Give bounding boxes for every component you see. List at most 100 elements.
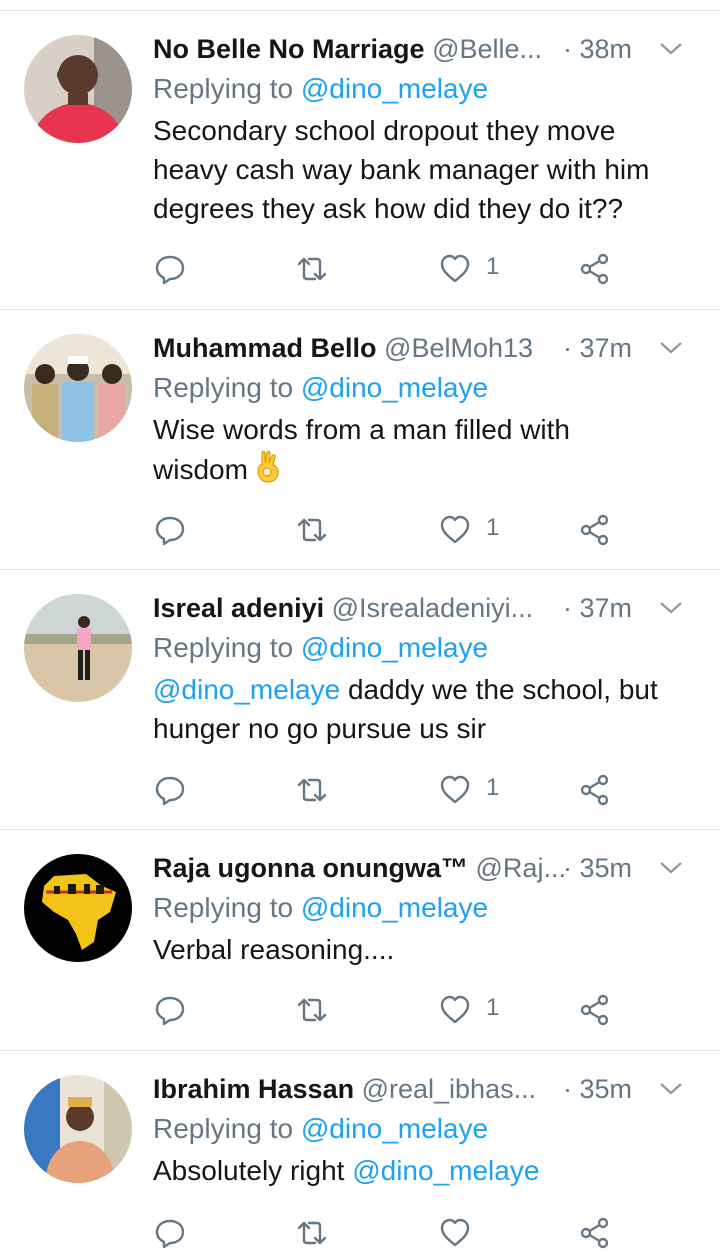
retweet-icon (297, 998, 327, 1022)
user-handle[interactable]: @Isrealadeniyi... (332, 593, 534, 623)
tweet[interactable]: No Belle No Marriage @Belle... · 38m Rep… (0, 11, 720, 310)
avatar[interactable] (24, 854, 132, 962)
more-options-caret-icon[interactable] (658, 1079, 684, 1099)
share-button[interactable] (578, 249, 612, 289)
reply-icon (155, 255, 185, 285)
like-icon (440, 775, 470, 804)
share-button[interactable] (578, 1213, 612, 1253)
replying-to-label: Replying to (153, 1113, 294, 1144)
display-name[interactable]: Muhammad Bello (153, 333, 377, 363)
replying-to: Replying to @dino_melaye (153, 628, 696, 668)
tweet-actions: 1 (153, 510, 623, 550)
retweet-button[interactable] (295, 990, 329, 1030)
like-icon (440, 1218, 470, 1247)
reply-button[interactable] (153, 1213, 187, 1253)
tweet-header: Muhammad Bello @BelMoh13 · 37m (153, 328, 696, 368)
like-button[interactable]: 1 (438, 990, 499, 1030)
reply-button[interactable] (153, 510, 187, 550)
tweet[interactable]: Ibrahim Hassan @real_ibhas... · 35m Repl… (0, 1051, 720, 1249)
user-handle[interactable]: @BelMoh13 (384, 333, 533, 363)
replying-to: Replying to @dino_melaye (153, 368, 696, 408)
reply-button[interactable] (153, 770, 187, 810)
share-icon (580, 1217, 609, 1249)
timestamp: · 35m (562, 853, 632, 883)
more-options-caret-icon[interactable] (658, 598, 684, 618)
tweet-text-mention[interactable]: @dino_melaye (153, 674, 340, 705)
display-name[interactable]: No Belle No Marriage (153, 34, 425, 64)
retweet-icon (297, 1221, 327, 1245)
display-name[interactable]: Raja ugonna onungwa™ (153, 853, 468, 883)
retweet-button[interactable] (295, 770, 329, 810)
reply-button[interactable] (153, 990, 187, 1030)
share-button[interactable] (578, 990, 612, 1030)
replying-to: Replying to @dino_melaye (153, 69, 696, 109)
replying-to-mention[interactable]: @dino_melaye (301, 372, 488, 403)
avatar[interactable] (24, 334, 132, 442)
reply-icon (155, 776, 185, 806)
more-options-caret-icon[interactable] (658, 858, 684, 878)
avatar[interactable] (24, 1075, 132, 1183)
like-button[interactable]: 1 (438, 770, 499, 810)
tweet-actions: 1 (153, 770, 623, 810)
share-button[interactable] (578, 770, 612, 810)
tweet-text: @dino_melaye daddy we the school, but hu… (153, 670, 696, 748)
share-icon (580, 253, 609, 285)
avatar[interactable] (24, 594, 132, 702)
like-button[interactable]: 1 (438, 249, 499, 289)
tweet[interactable]: Raja ugonna onungwa™ @Raj... · 35m Reply… (0, 830, 720, 1051)
retweet-icon (297, 778, 327, 802)
tweet-text-body: Wise words from a man filled with wisdom (153, 414, 571, 485)
replying-to-label: Replying to (153, 73, 294, 104)
like-button[interactable]: 1 (438, 510, 499, 550)
ok-hand-emoji (254, 449, 284, 493)
display-name[interactable]: Ibrahim Hassan (153, 1074, 354, 1104)
like-button[interactable] (438, 1213, 472, 1253)
replying-to-mention[interactable]: @dino_melaye (301, 892, 488, 923)
timestamp: · 37m (562, 593, 632, 623)
avatar[interactable] (24, 35, 132, 143)
retweet-icon (297, 518, 327, 542)
share-icon (580, 514, 609, 546)
more-options-caret-icon[interactable] (658, 39, 684, 59)
user-handle[interactable]: @Belle... (432, 34, 542, 64)
replying-to-mention[interactable]: @dino_melaye (301, 73, 488, 104)
like-count: 1 (486, 253, 500, 280)
tweet-text-body: Absolutely right (153, 1155, 353, 1186)
like-count: 1 (486, 774, 500, 801)
display-name[interactable]: Isreal adeniyi (153, 593, 324, 623)
like-icon (440, 995, 470, 1024)
more-options-caret-icon[interactable] (658, 338, 684, 358)
tweet-text-mention[interactable]: @dino_melaye (352, 1155, 539, 1186)
retweet-button[interactable] (295, 510, 329, 550)
share-icon (580, 994, 609, 1026)
reply-icon (155, 1219, 185, 1249)
replying-to-label: Replying to (153, 372, 294, 403)
reply-button[interactable] (153, 249, 187, 289)
share-icon (580, 774, 609, 806)
retweet-icon (297, 257, 327, 281)
replying-to-mention[interactable]: @dino_melaye (301, 632, 488, 663)
timestamp: · 38m (562, 34, 632, 64)
tweet[interactable]: Isreal adeniyi @Isrealadeniyi... · 37m R… (0, 570, 720, 830)
like-icon (440, 254, 470, 283)
tweet-header: Raja ugonna onungwa™ @Raj... · 35m (153, 848, 696, 888)
retweet-button[interactable] (295, 1213, 329, 1253)
user-handle[interactable]: @real_ibhas... (362, 1074, 537, 1104)
replying-to-label: Replying to (153, 632, 294, 663)
timestamp: · 35m (562, 1074, 632, 1104)
replying-to-label: Replying to (153, 892, 294, 923)
replying-to: Replying to @dino_melaye (153, 888, 696, 928)
tweet-text: Wise words from a man filled with wisdom (153, 410, 623, 493)
replying-to-mention[interactable]: @dino_melaye (301, 1113, 488, 1144)
tweet-text: Verbal reasoning.... (153, 934, 395, 965)
tweet-text: Absolutely right @dino_melaye (153, 1151, 696, 1190)
like-icon (440, 515, 470, 544)
like-count: 1 (486, 994, 500, 1021)
tweet-actions (153, 1213, 623, 1253)
retweet-button[interactable] (295, 249, 329, 289)
user-handle[interactable]: @Raj... (476, 853, 566, 883)
share-button[interactable] (578, 510, 612, 550)
tweet-header: Ibrahim Hassan @real_ibhas... · 35m (153, 1069, 696, 1109)
like-count: 1 (486, 514, 500, 541)
tweet[interactable]: Muhammad Bello @BelMoh13 · 37m Replying … (0, 310, 720, 570)
